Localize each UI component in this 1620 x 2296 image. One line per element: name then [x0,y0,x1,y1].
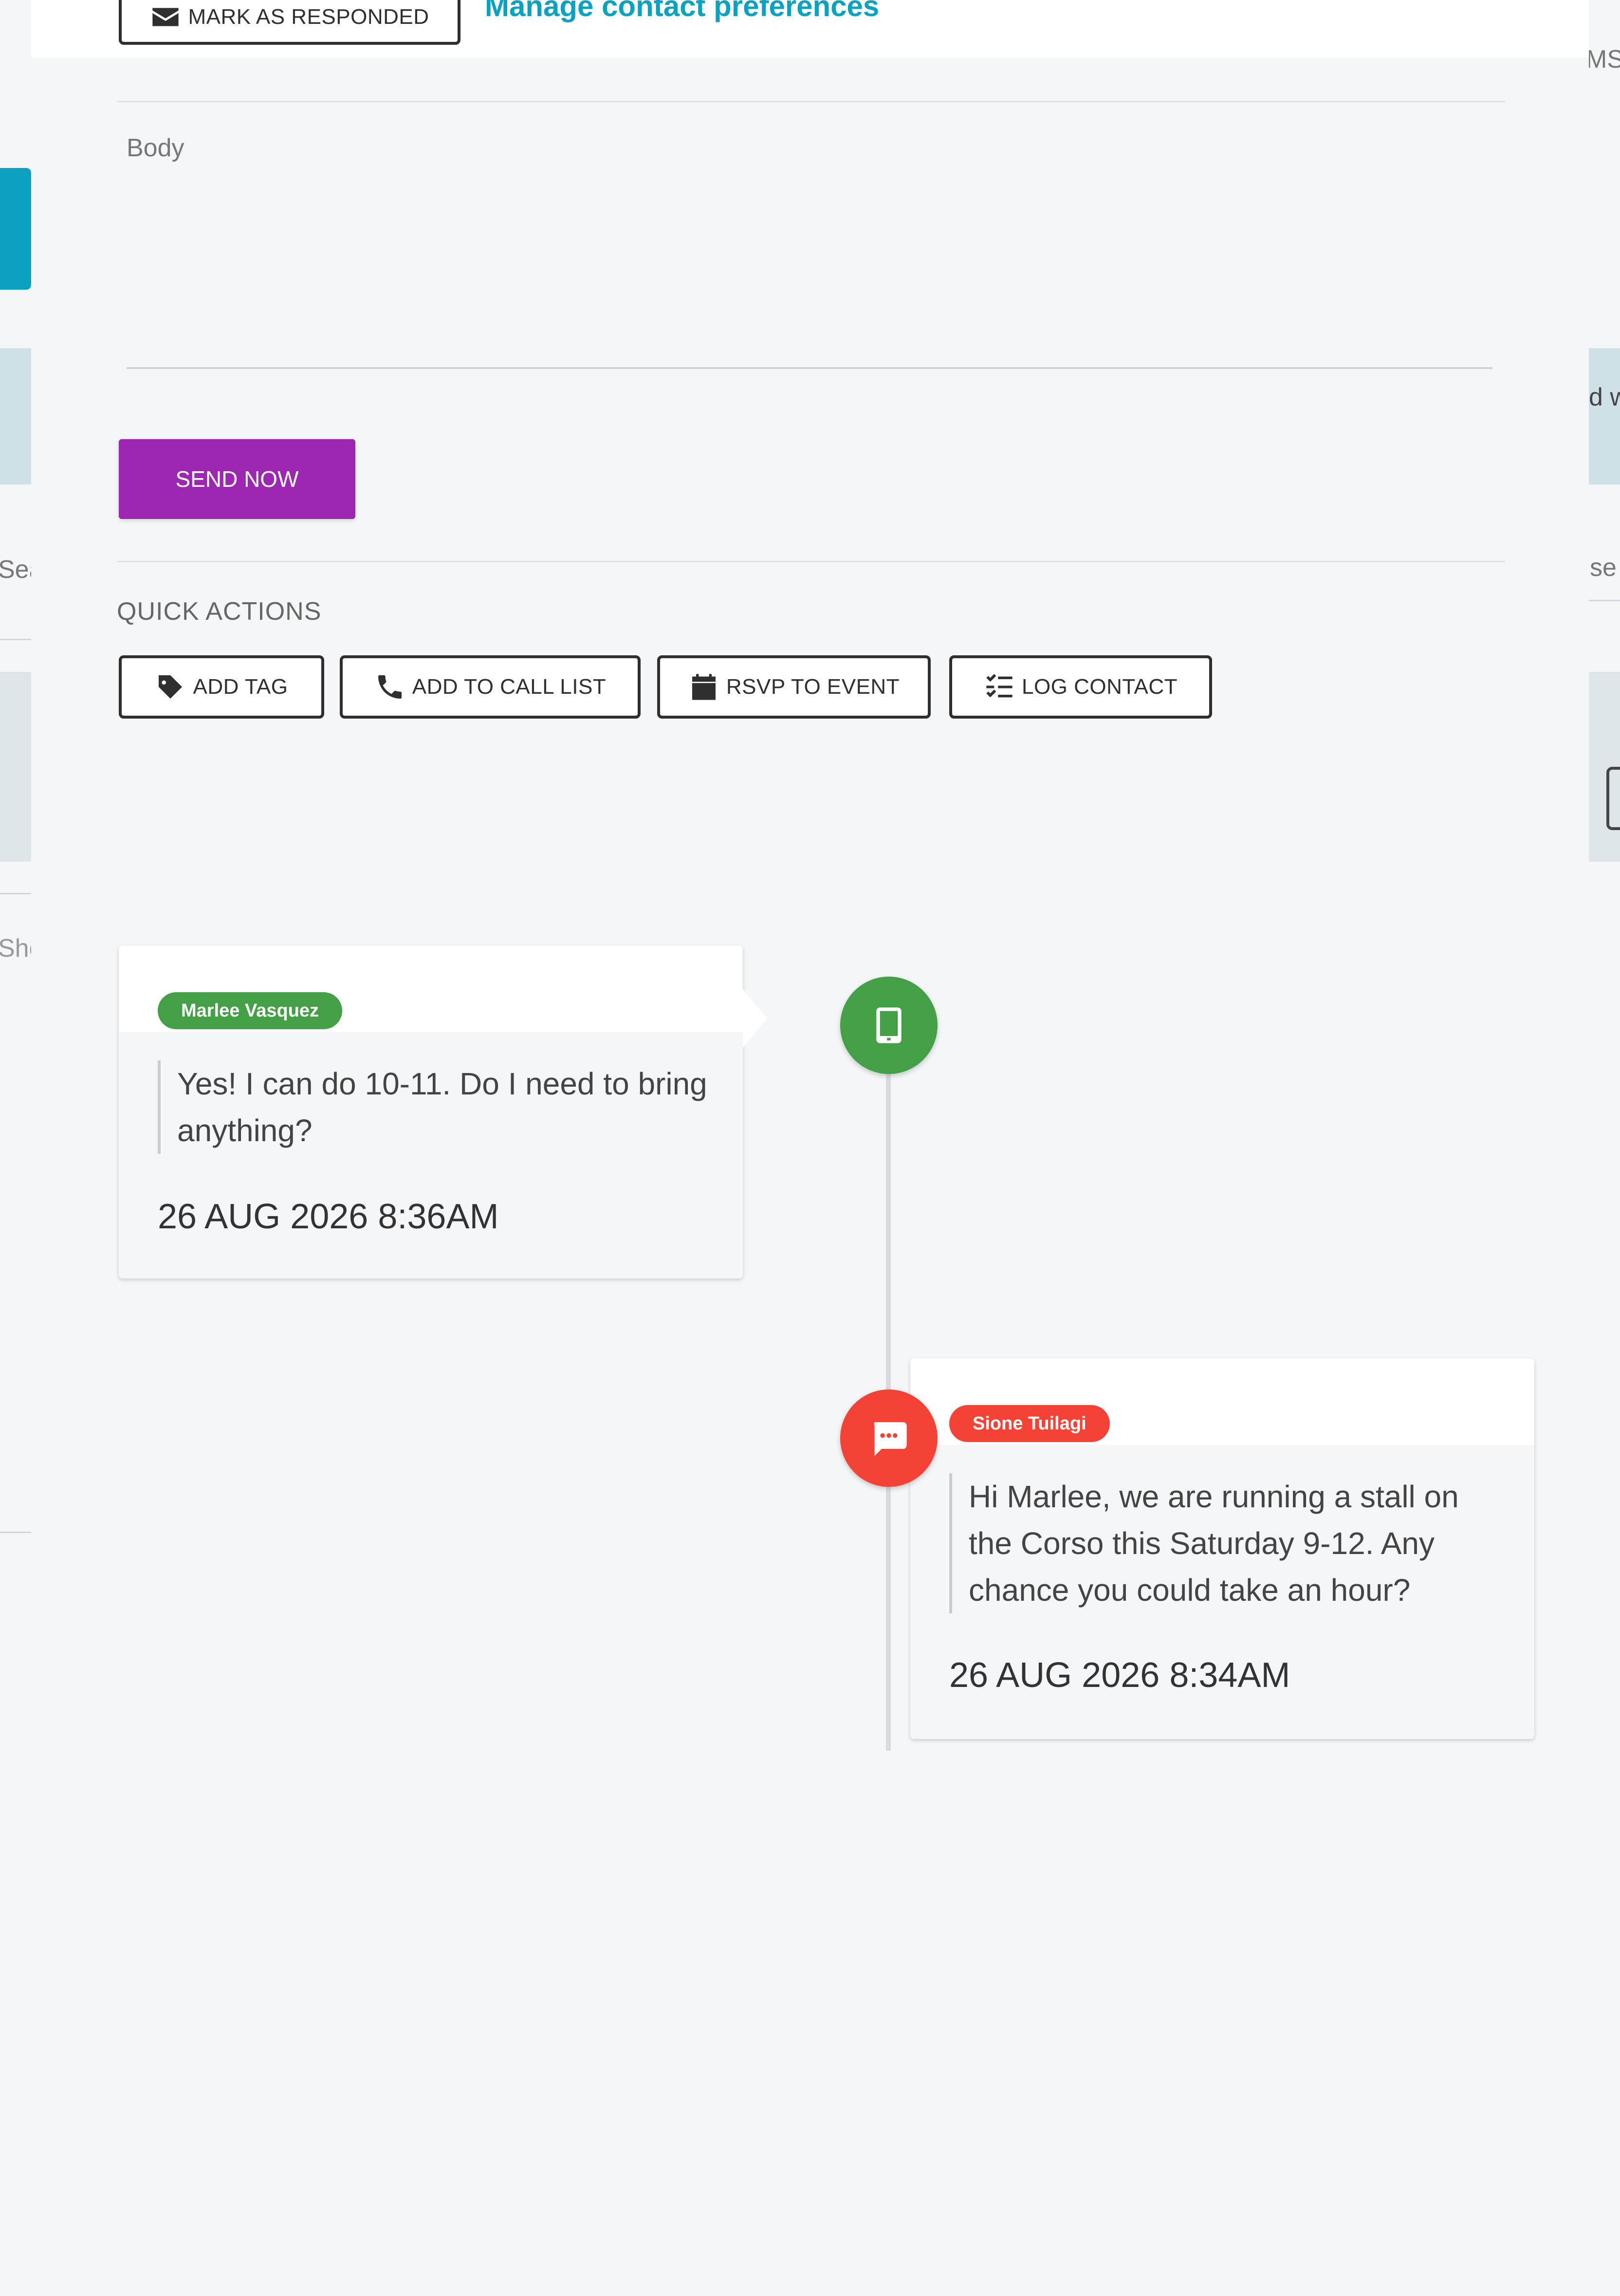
log-contact-label: LOG CONTACT [1021,675,1178,699]
card-pointer [743,989,767,1048]
timeline-card-outbound: Sione Tuilagi Hi Marlee, we are running … [886,1358,1534,1739]
contact-modal: MARK AS RESPONDED Manage contact prefere… [31,0,1589,1751]
background-divider [1589,600,1620,601]
background-divider [0,1532,31,1533]
background-banner-right [1589,348,1620,484]
envelope-icon [152,8,179,26]
message-text: Yes! I can do 10-11. Do I need to bring … [158,1060,713,1154]
rsvp-to-event-label: RSVP TO EVENT [726,675,900,699]
background-banner-left [0,348,31,484]
message-text: Hi Marlee, we are running a stall on the… [949,1473,1504,1613]
divider [117,561,1505,562]
body-textarea[interactable] [127,175,1492,369]
background-text-ms: MS [1586,45,1620,74]
phone-icon [378,675,402,699]
log-contact-button[interactable]: LOG CONTACT [949,655,1212,719]
timeline-line [886,1025,891,1751]
timeline-marker-sms-outbound [840,1389,938,1487]
author-badge: Marlee Vasquez [158,992,343,1029]
background-divider [0,639,31,640]
add-to-call-list-button[interactable]: ADD TO CALL LIST [340,655,641,719]
message-timestamp: 26 AUG 2026 8:34AM [949,1656,1290,1695]
timeline-card-inbound: Marlee Vasquez Yes! I can do 10-11. Do I… [119,945,767,1278]
calendar-icon [692,674,716,700]
quick-actions-title: QUICK ACTIONS [117,597,322,626]
body-label: Body [127,134,184,162]
add-to-call-list-label: ADD TO CALL LIST [412,675,607,699]
background-panel-left [0,672,31,862]
send-now-button[interactable]: SEND NOW [119,439,355,519]
sms-chat-icon [874,1422,907,1456]
manage-contact-preferences-link[interactable]: Manage contact preferences [485,0,879,23]
add-tag-button[interactable]: ADD TAG [119,655,324,719]
tag-icon [159,675,183,699]
background-text-se: se [1590,554,1617,582]
background-text-dw: d w [1589,383,1620,411]
message-timestamp: 26 AUG 2026 8:36AM [158,1197,499,1236]
mobile-phone-icon [876,1007,902,1043]
divider [117,101,1505,102]
add-tag-label: ADD TAG [193,675,288,699]
background-divider [0,893,31,894]
author-badge: Sione Tuilagi [949,1405,1110,1442]
background-teal-button [0,168,31,290]
checklist-icon [986,674,1012,698]
background-button-edge [1606,767,1620,830]
activity-timeline: Marlee Vasquez Yes! I can do 10-11. Do I… [108,938,1574,1751]
timeline-marker-sms-inbound [840,977,938,1074]
mark-as-responded-label: MARK AS RESPONDED [188,5,429,29]
mark-as-responded-button[interactable]: MARK AS RESPONDED [119,0,460,45]
rsvp-to-event-button[interactable]: RSVP TO EVENT [657,655,931,719]
